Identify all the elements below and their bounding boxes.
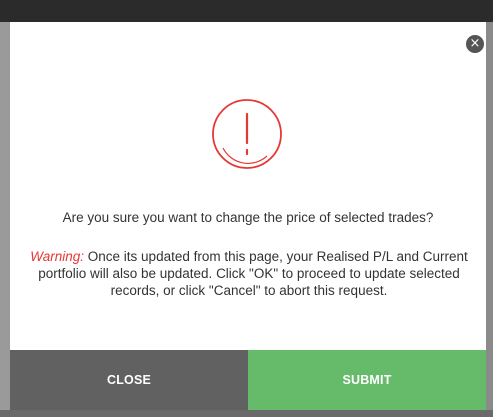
- confirmation-dialog: × Are you sure you want to change the pr…: [10, 22, 486, 410]
- confirmation-question: Are you sure you want to change the pric…: [62, 210, 434, 225]
- close-button[interactable]: CLOSE: [10, 350, 248, 410]
- submit-button[interactable]: SUBMIT: [248, 350, 486, 410]
- dialog-footer: CLOSE SUBMIT: [10, 350, 486, 410]
- warning-message: Warning: Once its updated from this page…: [24, 248, 474, 299]
- warning-text: Once its updated from this page, your Re…: [38, 249, 468, 298]
- warning-label: Warning:: [30, 249, 85, 264]
- backdrop-right: [486, 22, 493, 417]
- backdrop-bottom: [0, 410, 493, 417]
- close-dialog-icon[interactable]: ×: [464, 33, 486, 55]
- exclamation-circle-icon: [212, 99, 282, 169]
- backdrop-left: [0, 22, 10, 417]
- backdrop-top: [0, 0, 493, 22]
